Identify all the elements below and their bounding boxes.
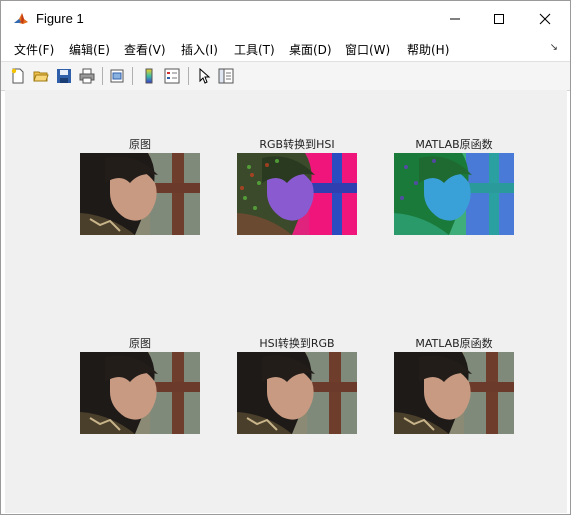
maximize-button[interactable] (476, 1, 522, 37)
menu-view[interactable]: 查看(V) (124, 41, 166, 58)
menu-file[interactable]: 文件(F) (14, 41, 54, 58)
new-file-icon[interactable] (9, 67, 27, 85)
print-icon[interactable] (78, 67, 96, 85)
portrait-hsv-image (394, 153, 514, 235)
portrait-original-image (80, 352, 200, 434)
colorbar-icon[interactable] (140, 67, 158, 85)
close-button[interactable] (522, 1, 568, 37)
open-folder-icon[interactable] (32, 67, 50, 85)
legend-icon[interactable] (163, 67, 181, 85)
menu-bar: 文件(F) 编辑(E) 查看(V) 插入(I) 工具(T) 桌面(D) 窗口(W… (1, 37, 570, 59)
portrait-hsi-image (237, 153, 357, 235)
menu-help[interactable]: 帮助(H) (407, 41, 449, 58)
save-icon[interactable] (55, 67, 73, 85)
matlab-logo-icon (13, 11, 29, 27)
menu-insert[interactable]: 插入(I) (181, 41, 218, 58)
figure-toolbar (1, 61, 570, 91)
window-title: Figure 1 (36, 11, 84, 26)
menu-edit[interactable]: 编辑(E) (69, 41, 110, 58)
subplot-title: MATLAB原函数 (415, 138, 493, 151)
figure-canvas: 原图 RGB转换到HSI MATLAB原函数 原图 HSI转换到RGB MATL… (5, 90, 567, 513)
link-plot-icon[interactable] (108, 67, 126, 85)
figure-window: Figure 1 文件(F) 编辑(E) 查看(V) 插入(I) 工具(T) 桌… (0, 0, 571, 515)
menu-desktop[interactable]: 桌面(D) (289, 41, 332, 58)
portrait-restored-image (394, 352, 514, 434)
property-editor-icon[interactable] (217, 67, 235, 85)
close-icon (539, 13, 551, 25)
minimize-button[interactable] (432, 1, 478, 37)
title-bar: Figure 1 (1, 1, 570, 37)
minimize-icon (450, 18, 460, 20)
portrait-original-image (80, 153, 200, 235)
subplot-title: MATLAB原函数 (415, 337, 493, 350)
menu-window[interactable]: 窗口(W) (345, 41, 390, 58)
pointer-icon[interactable] (195, 67, 213, 85)
maximize-icon (494, 14, 504, 24)
menu-dock-arrow-icon[interactable]: ↘ (550, 42, 558, 53)
menu-tools[interactable]: 工具(T) (234, 41, 275, 58)
portrait-restored-image (237, 352, 357, 434)
